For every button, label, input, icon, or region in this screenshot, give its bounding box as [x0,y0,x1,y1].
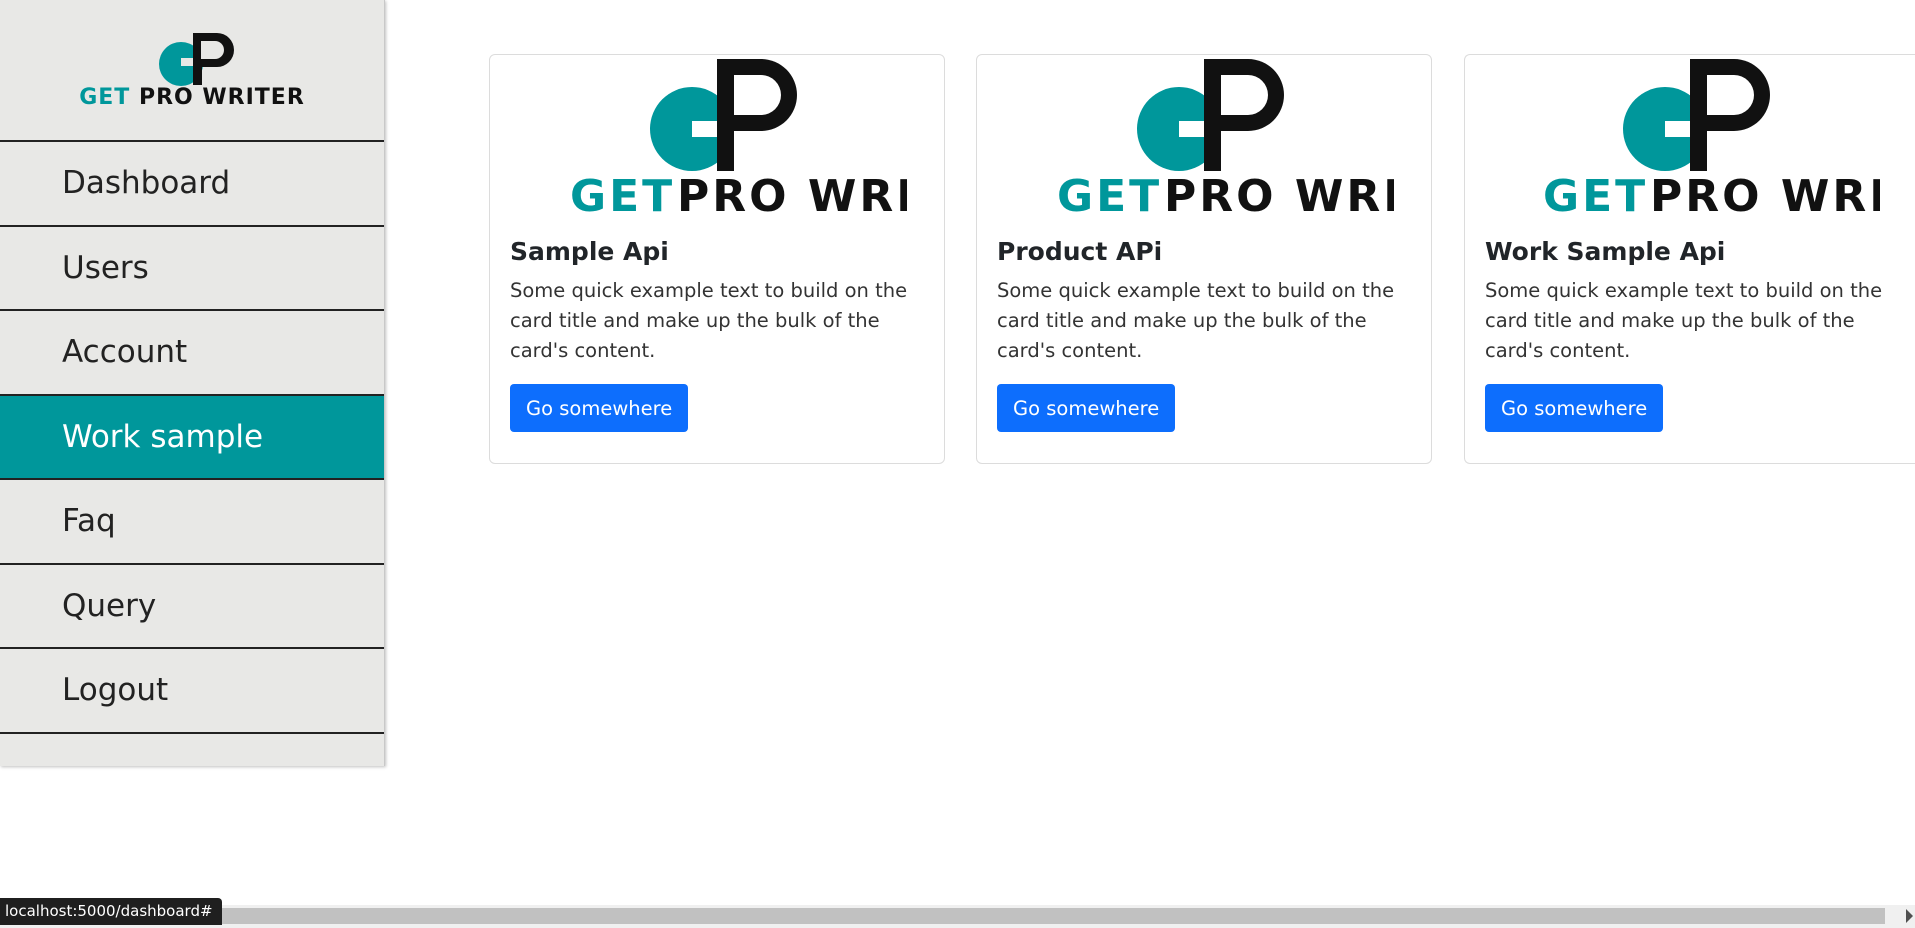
brand-logo: GET PRO WRITER [79,31,305,110]
svg-text:PRO WRITER: PRO WRITER [677,171,907,217]
horizontal-scrollbar[interactable] [0,905,1915,928]
scrollbar-thumb[interactable] [190,908,1885,924]
svg-text:PRO WRITER: PRO WRITER [1650,171,1880,217]
api-card-product: GET PRO WRITER Product APi Some quick ex… [976,54,1432,464]
sidebar-logo[interactable]: GET PRO WRITER [0,0,384,142]
card-image: GET PRO WRITER [1465,55,1915,225]
sidebar-item-logout[interactable]: Logout [0,649,384,734]
card-text: Some quick example text to build on the … [997,279,1395,362]
gp-logo-card: GET PRO WRITER [1543,59,1880,217]
go-somewhere-button[interactable]: Go somewhere [510,384,689,432]
svg-text:GET: GET [570,171,675,217]
logo-word-get: GET [79,84,131,110]
gp-logo-mark [159,32,234,86]
sidebar-item-dashboard[interactable]: Dashboard [0,142,384,227]
scroll-right-arrow-icon[interactable] [1906,909,1913,923]
svg-text:PRO WRITER: PRO WRITER [1164,171,1394,217]
card-text: Some quick example text to build on the … [510,279,908,362]
sidebar-item-users[interactable]: Users [0,227,384,311]
logo-wordmark: GET PRO WRITER [79,85,305,110]
svg-text:GET: GET [1057,171,1162,217]
card-body: Sample Api Some quick example text to bu… [490,225,944,432]
api-card-sample: GET PRO WRITER Sample Api Some quick exa… [489,54,945,464]
gp-logo-card: GET PRO WRITER [1057,59,1394,217]
sidebar-item-work-sample[interactable]: Work sample [0,395,384,480]
card-text: Some quick example text to build on the … [1485,279,1883,362]
go-somewhere-button[interactable]: Go somewhere [997,384,1176,432]
sidebar-item-account[interactable]: Account [0,311,384,396]
status-url-preview: localhost:5000/dashboard# [0,898,222,925]
sidebar: GET PRO WRITER Dashboard Users Account W… [0,0,385,766]
card-image: GET PRO WRITER [977,55,1431,225]
card-title: Work Sample Api [1485,237,1726,266]
card-body: Work Sample Api Some quick example text … [1465,225,1915,432]
card-image: GET PRO WRITER [490,55,944,225]
card-title: Sample Api [510,237,669,266]
gp-logo-card: GET PRO WRITER [570,59,907,217]
logo-word-pro-writer: PRO WRITER [138,84,305,110]
sidebar-item-query[interactable]: Query [0,565,384,649]
card-title: Product APi [997,237,1163,266]
card-body: Product APi Some quick example text to b… [977,225,1431,432]
sidebar-item-faq[interactable]: Faq [0,480,384,565]
svg-text:GET: GET [1543,171,1648,217]
api-card-work-sample: GET PRO WRITER Work Sample Api Some quic… [1464,54,1915,464]
go-somewhere-button[interactable]: Go somewhere [1485,384,1664,432]
